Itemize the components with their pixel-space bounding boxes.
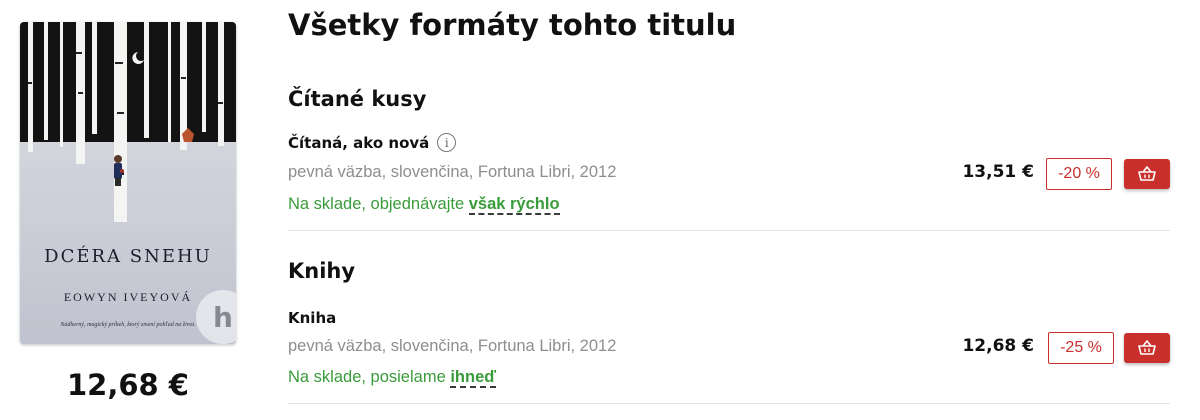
add-to-cart-button[interactable] xyxy=(1124,159,1170,189)
stock-prefix: Na sklade, posielame xyxy=(288,368,446,386)
basket-icon xyxy=(1138,166,1156,181)
stock-status: Na sklade, objednávajte však rýchlo xyxy=(288,195,560,215)
format-name: Kniha xyxy=(288,309,336,327)
stock-emphasis-link[interactable]: ihneď xyxy=(450,368,497,388)
format-name: Čítaná, ako nová i xyxy=(288,133,457,152)
basket-icon xyxy=(1138,340,1156,355)
format-name-label: Kniha xyxy=(288,309,337,327)
format-price: 13,51 € xyxy=(962,162,1034,182)
discount-badge: -25 % xyxy=(1048,332,1114,364)
cover-title: DCÉRA SNEHU xyxy=(44,246,212,267)
discount-badge: -20 % xyxy=(1046,158,1112,190)
info-icon[interactable]: i xyxy=(437,133,457,152)
stock-status: Na sklade, posielame ihneď xyxy=(288,368,497,388)
divider xyxy=(288,403,1170,404)
book-price: 12,68 € xyxy=(66,368,189,402)
format-meta: pevná väzba, slovenčina, Fortuna Libri, … xyxy=(288,163,617,181)
format-price: 12,68 € xyxy=(962,336,1034,356)
add-to-cart-button[interactable] xyxy=(1124,333,1170,363)
book-cover[interactable]: DCÉRA SNEHU EOWYN IVEYOVÁ Nádherný, magi… xyxy=(20,22,236,344)
divider xyxy=(288,230,1170,231)
page-title: Všetky formáty tohto titulu xyxy=(288,8,737,42)
format-meta: pevná väzba, slovenčina, Fortuna Libri, … xyxy=(288,337,617,355)
format-name-label: Čítaná, ako nová xyxy=(288,133,430,152)
section-title-books: Knihy xyxy=(288,259,356,283)
stock-prefix: Na sklade, objednávajte xyxy=(288,195,465,213)
stock-emphasis-link[interactable]: však rýchlo xyxy=(468,195,560,215)
section-title-used: Čítané kusy xyxy=(288,87,427,111)
